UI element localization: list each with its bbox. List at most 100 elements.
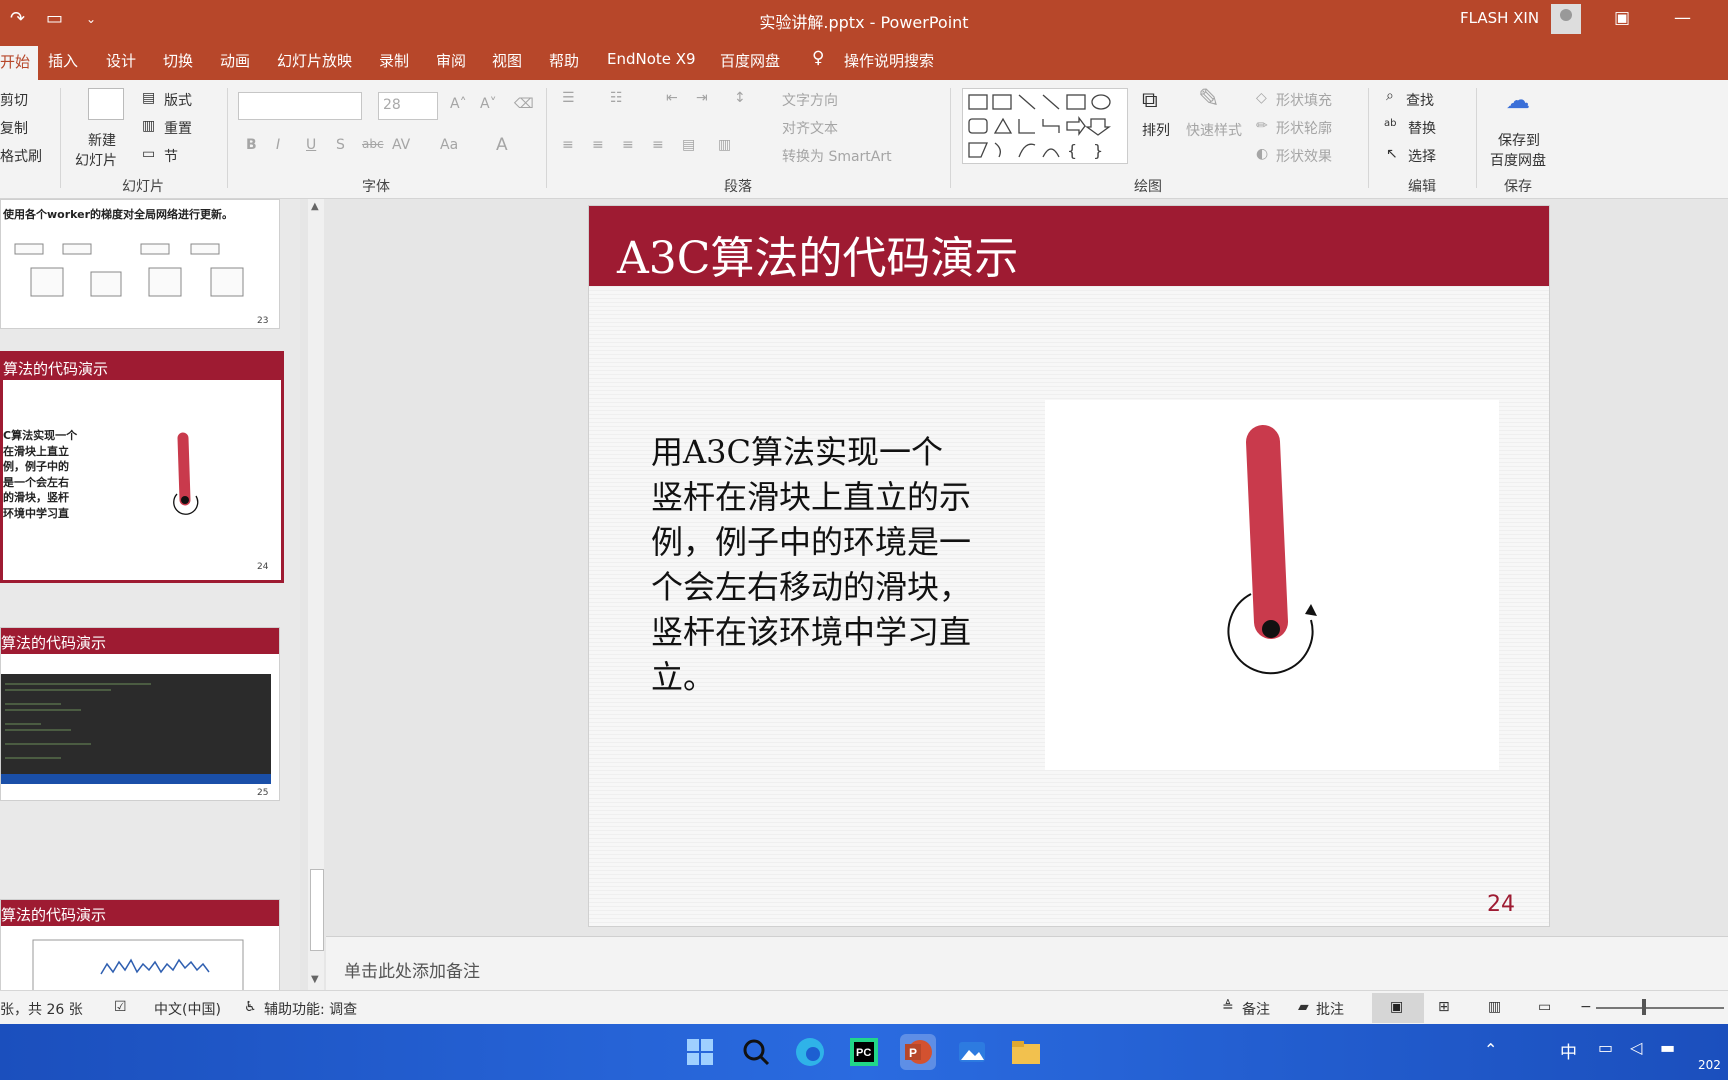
current-slide[interactable]: A3C算法的代码演示 用A3C算法实现一个竖杆在滑块上直立的示例，例子中的环境是… [588,205,1550,927]
scrollbar-thumb[interactable] [310,869,324,951]
numbering-icon[interactable]: ☷ [610,90,623,106]
tab-slideshow[interactable]: 幻灯片放映 [277,50,352,71]
network-icon[interactable]: ▭ [1598,1038,1613,1057]
strikethrough-icon[interactable]: abc [362,137,384,151]
thumbnail-slide-23[interactable]: 使用各个worker的梯度对全局网络进行更新。 23 [0,199,280,329]
notes-button[interactable]: 备注 [1242,999,1270,1019]
justify-icon[interactable]: ≡ [652,137,664,153]
accessibility-status[interactable]: 辅助功能: 调查 [264,999,357,1019]
tab-design[interactable]: 设计 [106,50,136,71]
font-name-box[interactable] [238,92,362,120]
file-explorer-icon[interactable] [1008,1034,1044,1070]
new-slide-icon[interactable] [88,88,124,120]
comments-button[interactable]: 批注 [1316,999,1344,1019]
tab-endnote[interactable]: EndNote X9 [607,50,696,68]
pycharm-icon[interactable]: PC [846,1034,882,1070]
tab-insert[interactable]: 插入 [48,50,78,71]
shadow-icon[interactable]: S [336,137,345,153]
tab-review[interactable]: 审阅 [436,50,466,71]
text-direction-button[interactable]: 文字方向 [782,90,838,110]
tab-animations[interactable]: 动画 [220,50,250,71]
arrange-button[interactable]: 排列 [1142,120,1170,140]
columns-icon[interactable]: ▥ [718,137,731,153]
slide-body-text[interactable]: 用A3C算法实现一个竖杆在滑块上直立的示例，例子中的环境是一个会左右移动的滑块，… [651,430,971,700]
section-button[interactable]: 节 [164,146,178,166]
shapes-gallery[interactable]: { } [962,88,1128,164]
tab-view[interactable]: 视图 [492,50,522,71]
user-name[interactable]: FLASH XIN [1460,9,1539,27]
grow-font-icon[interactable]: A˄ [450,96,467,112]
replace-button[interactable]: 替换 [1408,118,1436,138]
shape-outline-button[interactable]: 形状轮廓 [1276,118,1332,138]
align-left-icon[interactable]: ≡ [562,137,574,153]
slideshow-view-icon[interactable]: ▭ [1538,999,1551,1015]
font-color-icon[interactable]: A [496,135,508,155]
increase-indent-icon[interactable]: ⇥ [696,90,708,106]
slide-image[interactable] [1045,400,1499,770]
tab-help[interactable]: 帮助 [549,50,579,71]
tell-me-search[interactable]: 操作说明搜索 [844,50,934,71]
layout-button[interactable]: 版式 [164,90,192,110]
zoom-out-icon[interactable]: − [1580,999,1592,1015]
ime-indicator[interactable]: 中 [1560,1038,1577,1063]
new-slide-label[interactable]: 新建 [88,130,116,150]
scroll-up-icon[interactable]: ▲ [311,201,319,212]
language-status[interactable]: 中文(中国) [154,999,221,1019]
tray-chevron-icon[interactable]: ⌃ [1484,1040,1497,1059]
battery-icon[interactable]: ▬ [1660,1038,1675,1057]
thumbnail-slide-25[interactable]: 算法的代码演示 25 [0,627,280,801]
start-icon[interactable] [682,1034,718,1070]
sorter-view-icon[interactable]: ⊞ [1438,999,1450,1015]
reset-button[interactable]: 重置 [164,118,192,138]
line-spacing-icon[interactable]: ↕ [734,90,746,106]
thumbnail-scrollbar[interactable]: ▲ ▼ [308,199,324,990]
shrink-font-icon[interactable]: A˅ [480,96,497,112]
tab-baidu[interactable]: 百度网盘 [720,50,780,71]
align-center-icon[interactable]: ≡ [592,137,604,153]
tab-record[interactable]: 录制 [379,50,409,71]
photos-icon[interactable] [954,1034,990,1070]
normal-view-button[interactable]: ▣ [1372,993,1424,1023]
distribute-icon[interactable]: ▤ [682,137,695,153]
new-slide-label-2[interactable]: 幻灯片 [75,150,117,170]
format-painter-button[interactable]: 格式刷 [0,146,42,166]
italic-icon[interactable]: I [276,137,280,153]
save-baidu-label-2[interactable]: 百度网盘 [1490,150,1546,170]
zoom-slider-thumb[interactable] [1642,999,1646,1015]
case-icon[interactable]: Aa [440,137,458,153]
tab-transitions[interactable]: 切换 [163,50,193,71]
zoom-slider[interactable] [1596,1007,1724,1009]
slide-title[interactable]: A3C算法的代码演示 [617,222,1018,286]
thumbnail-slide-24[interactable]: 算法的代码演示 C算法实现一个 在滑块上直立 例，例子中的 是一个会左右 的滑块… [0,351,284,583]
notes-pane[interactable]: 单击此处添加备注 [326,936,1728,991]
quick-styles-button[interactable]: 快速样式 [1186,120,1242,140]
ribbon-display-icon[interactable]: ▣ [1614,8,1630,28]
save-baidu-label[interactable]: 保存到 [1498,130,1540,150]
align-right-icon[interactable]: ≡ [622,137,634,153]
thumbnail-slide-26[interactable]: 算法的代码演示 [0,899,280,992]
avatar[interactable] [1551,4,1581,34]
tab-home[interactable]: 开始 [0,46,39,80]
align-text-button[interactable]: 对齐文本 [782,118,838,138]
font-size-box[interactable]: 28 [378,92,438,120]
find-button[interactable]: 查找 [1406,90,1434,110]
notes-placeholder[interactable]: 单击此处添加备注 [344,957,480,982]
clear-format-icon[interactable]: ⌫ [514,96,534,112]
bold-icon[interactable]: B [246,137,257,153]
edge-icon[interactable] [792,1034,828,1070]
reading-view-icon[interactable]: ▥ [1488,999,1501,1015]
shape-fill-button[interactable]: 形状填充 [1276,90,1332,110]
volume-icon[interactable]: ◁ [1630,1038,1642,1057]
cut-button[interactable]: 剪切 [0,90,28,110]
decrease-indent-icon[interactable]: ⇤ [666,90,678,106]
minimize-icon[interactable]: — [1674,8,1691,28]
spellcheck-icon[interactable]: ☑ [114,999,127,1015]
clock-date[interactable]: 202 [1698,1058,1721,1072]
underline-icon[interactable]: U [306,137,316,153]
select-button[interactable]: 选择 [1408,146,1436,166]
bullets-icon[interactable]: ☰ [562,90,575,106]
smartart-button[interactable]: 转换为 SmartArt [782,146,892,166]
search-icon[interactable] [738,1034,774,1070]
shape-effects-button[interactable]: 形状效果 [1276,146,1332,166]
copy-button[interactable]: 复制 [0,118,28,138]
